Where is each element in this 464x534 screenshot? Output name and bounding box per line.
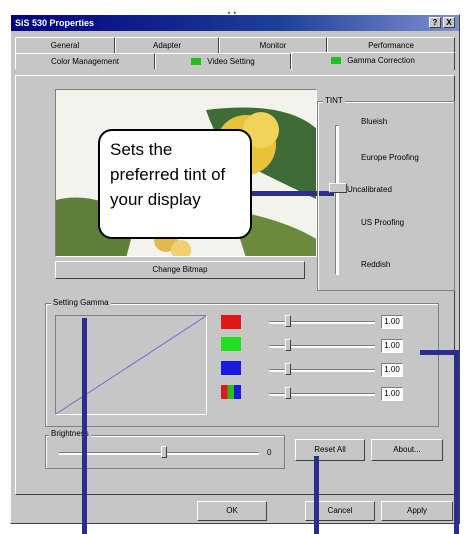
reset-all-button[interactable]: Reset All — [295, 439, 365, 461]
gamma-curve-line — [56, 316, 206, 414]
ok-button[interactable]: OK — [197, 501, 267, 521]
tint-level-europe-proofing: Europe Proofing — [361, 153, 419, 162]
green-gamma-slider-thumb[interactable] — [285, 339, 291, 351]
gamma-correction-icon — [331, 57, 342, 65]
tint-level-blueish: Blueish — [361, 117, 388, 126]
brightness-slider-thumb[interactable] — [161, 446, 167, 458]
setting-gamma-label: Setting Gamma — [51, 298, 111, 308]
rgb-gamma-value[interactable]: 1.00 — [381, 387, 403, 401]
tab-performance[interactable]: Performance — [327, 37, 455, 53]
tint-slider-thumb[interactable] — [329, 183, 347, 193]
green-gamma-value[interactable]: 1.00 — [381, 339, 403, 353]
gamma-graph-pointer-line — [82, 318, 87, 534]
red-gamma-slider-thumb[interactable] — [285, 315, 291, 327]
about-button[interactable]: About... — [371, 439, 443, 461]
gamma-values-pointer-line-horizontal — [420, 350, 458, 355]
rgb-channel-swatch — [221, 385, 241, 399]
reset-all-pointer-line — [314, 456, 319, 534]
red-gamma-value[interactable]: 1.00 — [381, 315, 403, 329]
tint-level-us-proofing: US Proofing — [361, 218, 405, 227]
rgb-gamma-slider-thumb[interactable] — [285, 387, 291, 399]
help-icon[interactable]: ? — [429, 17, 441, 28]
tint-level-uncalibrated: Uncalibrated — [347, 185, 392, 194]
green-channel-swatch — [221, 337, 241, 351]
tint-group-label: TINT — [323, 96, 345, 106]
gamma-curve-graph — [55, 315, 207, 415]
blue-gamma-slider-thumb[interactable] — [285, 363, 291, 375]
tint-callout: Sets the preferred tint of your display — [98, 129, 252, 239]
brightness-value: 0 — [267, 448, 272, 457]
video-setting-icon — [191, 58, 202, 66]
tint-level-reddish: Reddish — [361, 260, 391, 269]
tint-slider-track[interactable] — [335, 125, 339, 275]
title-bar: SiS 530 Properties ? X — [11, 15, 459, 31]
change-bitmap-button[interactable]: Change Bitmap — [55, 261, 305, 279]
blue-gamma-value[interactable]: 1.00 — [381, 363, 403, 377]
window-title: SiS 530 Properties — [15, 18, 95, 28]
properties-dialog: SiS 530 Properties ? X General Adapter M… — [10, 14, 460, 524]
tab-adapter[interactable]: Adapter — [115, 37, 219, 53]
gamma-values-pointer-line-vertical — [454, 350, 459, 534]
red-channel-swatch — [221, 315, 241, 329]
apply-button[interactable]: Apply — [381, 501, 453, 521]
blue-channel-swatch — [221, 361, 241, 375]
close-icon[interactable]: X — [443, 17, 455, 28]
tab-color-management[interactable]: Color Management — [15, 53, 155, 69]
tab-video-setting[interactable]: Video Setting — [155, 53, 291, 69]
caption-fragment: ␣ — [227, 2, 237, 14]
tab-general[interactable]: General — [15, 37, 115, 53]
tab-monitor[interactable]: Monitor — [219, 37, 327, 53]
tab-gamma-correction[interactable]: Gamma Correction — [291, 52, 455, 70]
brightness-slider-track[interactable] — [59, 452, 259, 455]
